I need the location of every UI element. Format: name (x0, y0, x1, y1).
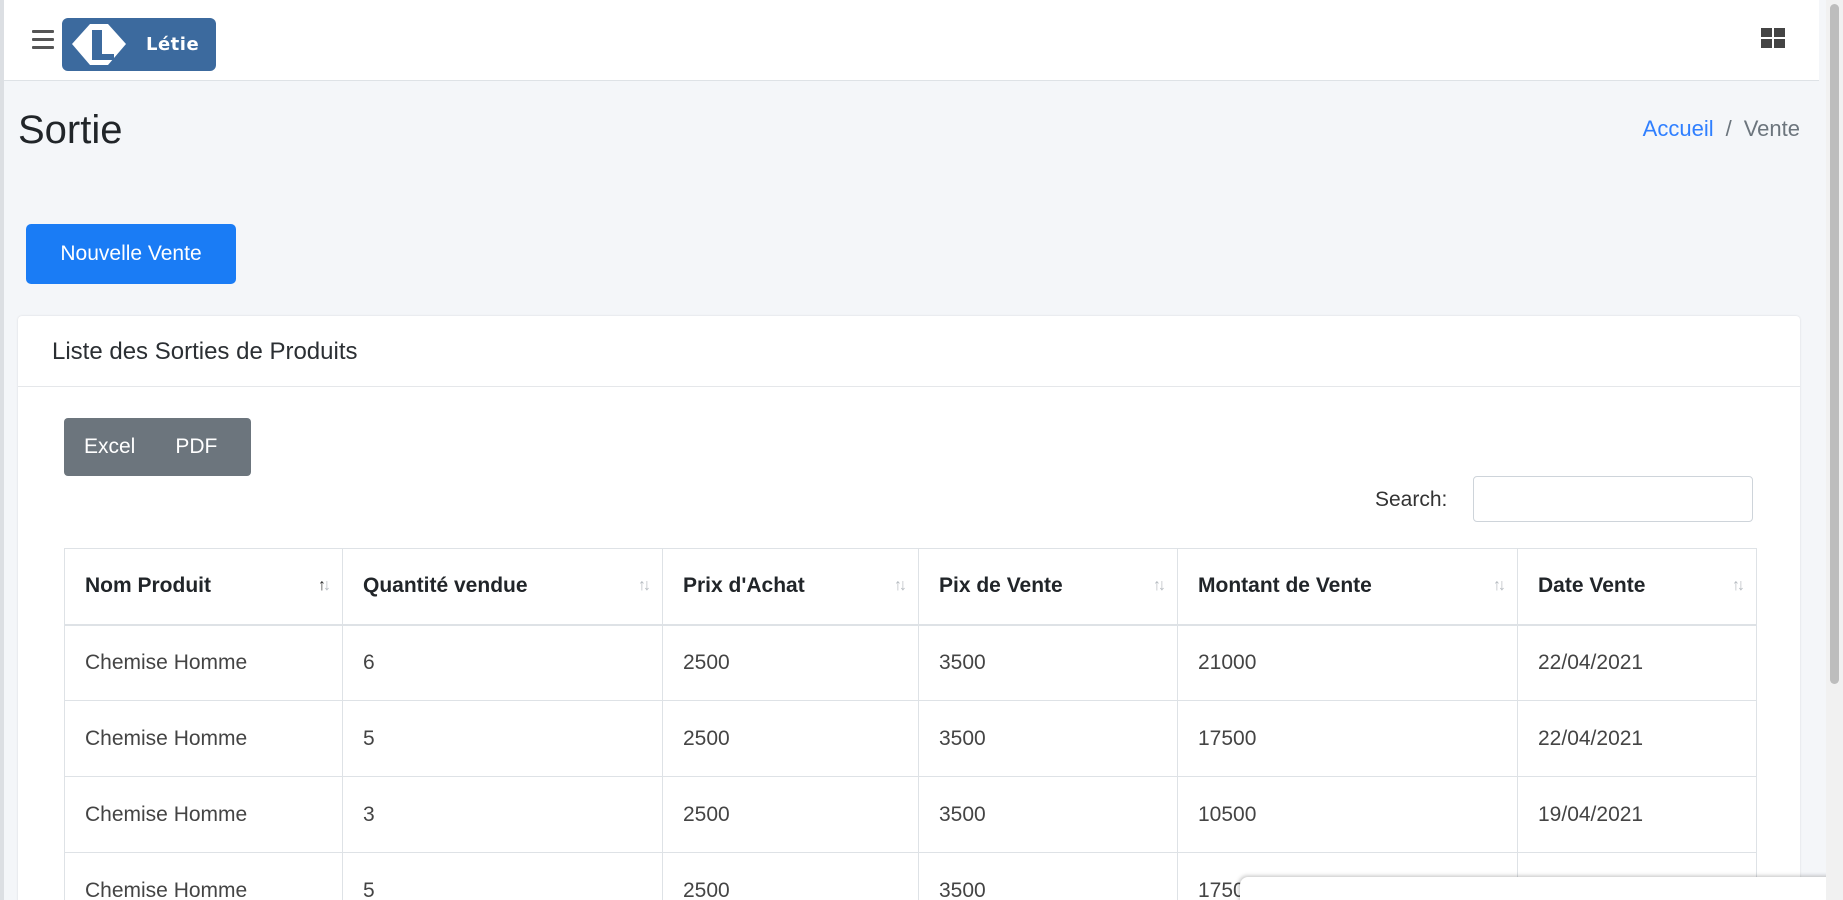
new-sale-button[interactable]: Nouvelle Vente (26, 224, 236, 284)
brand-logo[interactable]: Létie (62, 18, 216, 71)
page-title: Sortie (18, 108, 123, 152)
cell-product: Chemise Homme (64, 852, 343, 900)
column-label: Nom Produit (85, 574, 211, 598)
column-header-quantite[interactable]: Quantité vendue ↑↓ (342, 548, 663, 626)
cell-purchase-price: 2500 (662, 624, 919, 701)
scrollbar-thumb[interactable] (1830, 4, 1839, 684)
card-title: Liste des Sorties de Produits (52, 338, 358, 365)
cell-product: Chemise Homme (64, 624, 343, 701)
search-input[interactable] (1473, 476, 1753, 522)
breadcrumb-home-link[interactable]: Accueil (1643, 116, 1714, 141)
page: Létie Sortie Accueil / Vente Nouvelle Vent… (0, 0, 1843, 900)
breadcrumb-separator: / (1725, 116, 1732, 141)
cell-quantity: 6 (342, 624, 663, 701)
cell-sale-price: 3500 (918, 624, 1178, 701)
column-header-montant-vente[interactable]: Montant de Vente ↑↓ (1177, 548, 1518, 626)
table-row: Chemise Homme 3 2500 3500 10500 19/04/20… (64, 776, 1757, 853)
grid-apps-icon[interactable] (1759, 26, 1787, 50)
column-header-prix-vente[interactable]: Pix de Vente ↑↓ (918, 548, 1178, 626)
column-label: Date Vente (1538, 574, 1646, 598)
cell-sale-price: 3500 (918, 700, 1178, 777)
cell-purchase-price: 2500 (662, 776, 919, 853)
column-label: Prix d'Achat (683, 574, 805, 598)
cell-sale-amount: 17500 (1177, 700, 1518, 777)
hamburger-menu-icon[interactable] (32, 30, 54, 52)
sales-list-card: Liste des Sorties de Produits Excel PDF … (18, 316, 1800, 900)
card-header: Liste des Sorties de Produits (18, 316, 1800, 387)
sidebar-edge (0, 0, 4, 900)
search-label: Search: (1375, 488, 1448, 511)
export-button-group: Excel PDF (64, 418, 251, 476)
sort-asc-icon[interactable]: ↑↓ (318, 577, 331, 595)
cell-sale-amount: 21000 (1177, 624, 1518, 701)
column-label: Montant de Vente (1198, 574, 1372, 598)
export-pdf-button[interactable]: PDF (155, 418, 237, 476)
table-row: Chemise Homme 5 2500 3500 17500 22/04/20… (64, 700, 1757, 777)
cell-quantity: 3 (342, 776, 663, 853)
table-header-row: Nom Produit ↑↓ Quantité vendue ↑↓ Prix d'A… (64, 548, 1757, 626)
logo-text: Létie (146, 34, 200, 55)
breadcrumb-current: Vente (1743, 116, 1800, 141)
cell-purchase-price: 2500 (662, 852, 919, 900)
breadcrumb: Accueil / Vente (1643, 116, 1800, 142)
column-header-nom-produit[interactable]: Nom Produit ↑↓ (64, 548, 343, 626)
sort-icon[interactable]: ↑↓ (894, 577, 907, 595)
sort-icon[interactable]: ↑↓ (1153, 577, 1166, 595)
cell-sale-price: 3500 (918, 852, 1178, 900)
cell-sale-date: 22/04/2021 (1517, 700, 1757, 777)
top-navbar: Létie (4, 0, 1819, 81)
cell-sale-date: 19/04/2021 (1517, 776, 1757, 853)
cell-product: Chemise Homme (64, 700, 343, 777)
sort-icon[interactable]: ↑↓ (638, 577, 651, 595)
table-row: Chemise Homme 6 2500 3500 21000 22/04/20… (64, 624, 1757, 701)
cell-sale-date: 22/04/2021 (1517, 624, 1757, 701)
column-label: Pix de Vente (939, 574, 1063, 598)
logo-diamond-icon (72, 24, 126, 65)
cell-product: Chemise Homme (64, 776, 343, 853)
column-header-prix-achat[interactable]: Prix d'Achat ↑↓ (662, 548, 919, 626)
export-excel-button[interactable]: Excel (64, 418, 155, 476)
sort-icon[interactable]: ↑↓ (1732, 577, 1745, 595)
cell-quantity: 5 (342, 852, 663, 900)
sort-icon[interactable]: ↑↓ (1493, 577, 1506, 595)
column-header-date-vente[interactable]: Date Vente ↑↓ (1517, 548, 1757, 626)
column-label: Quantité vendue (363, 574, 528, 598)
cell-purchase-price: 2500 (662, 700, 919, 777)
cell-quantity: 5 (342, 700, 663, 777)
vertical-scrollbar[interactable] (1826, 0, 1843, 900)
sales-table: Nom Produit ↑↓ Quantité vendue ↑↓ Prix d'A… (64, 548, 1757, 900)
floating-panel-edge (1240, 877, 1840, 900)
cell-sale-amount: 10500 (1177, 776, 1518, 853)
cell-sale-price: 3500 (918, 776, 1178, 853)
